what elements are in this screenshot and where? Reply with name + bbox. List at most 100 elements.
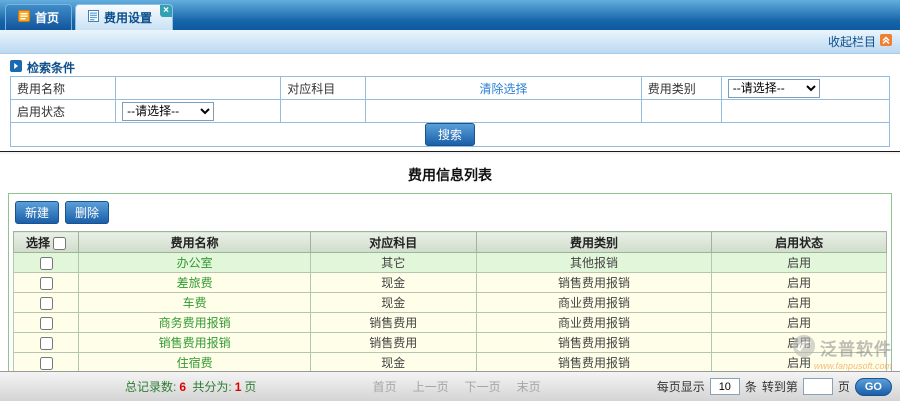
search-button[interactable]: 搜索 <box>425 123 475 146</box>
status-label: 启用状态 <box>11 100 116 123</box>
tab-close-icon[interactable]: × <box>160 5 172 17</box>
home-icon <box>18 10 30 25</box>
expense-name-cell: 差旅费 <box>79 273 310 293</box>
table-row: 差旅费 现金销售费用报销启用 <box>14 273 887 293</box>
expense-name-link[interactable]: 商务费用报销 <box>159 316 231 330</box>
row-checkbox[interactable] <box>40 297 53 310</box>
category-column-header: 费用类别 <box>476 232 712 253</box>
tab-home-label: 首页 <box>35 9 59 26</box>
table-row: 办公室其它其他报销启用 <box>14 253 887 273</box>
expense-name-cell: 车费 <box>79 293 310 313</box>
table-row: 住宿费现金销售费用报销启用 <box>14 353 887 373</box>
expense-name-cell: 办公室 <box>79 253 310 273</box>
subject-cell: 清除选择 <box>366 77 641 100</box>
expense-name-link[interactable]: 销售费用报销 <box>159 336 231 350</box>
tab-home[interactable]: 首页 <box>5 4 72 30</box>
prev-page-link[interactable]: 上一页 <box>413 378 449 395</box>
row-select-cell <box>14 313 79 333</box>
table-row: 车费现金商业费用报销启用 <box>14 293 887 313</box>
goto-page-suffix: 页 <box>838 378 850 395</box>
total-records-value: 6 <box>176 380 189 394</box>
pagination-bar: 总记录数:6 共分为:1页 首页 上一页 下一页 末页 每页显示 条 转到第 页… <box>0 371 900 401</box>
select-column-header: 选择 <box>14 232 79 253</box>
first-page-link[interactable]: 首页 <box>373 378 397 395</box>
delete-button[interactable]: 删除 <box>65 201 109 224</box>
empty-cell <box>281 100 366 123</box>
next-page-link[interactable]: 下一页 <box>465 378 501 395</box>
subject-cell: 销售费用 <box>310 313 476 333</box>
page: { "tabs": { "home": "首页", "expense": "费用… <box>0 0 900 401</box>
tab-bar: 首页 费用设置 × <box>0 0 900 30</box>
arrow-right-icon <box>10 60 22 75</box>
select-header-label: 选择 <box>26 236 50 250</box>
subject-cell: 现金 <box>310 353 476 373</box>
category-cell: 销售费用报销 <box>476 273 712 293</box>
search-form-table: 费用名称 对应科目 清除选择 费用类别 --请选择-- 启用状态 --请选择-- <box>10 76 890 147</box>
row-select-cell <box>14 253 79 273</box>
expense-name-link[interactable]: 车费 <box>183 296 207 310</box>
subject-cell: 销售费用 <box>310 333 476 353</box>
per-page-input[interactable] <box>710 378 740 395</box>
expense-table: 选择 费用名称 对应科目 费用类别 启用状态 办公室其它其他报销启用差旅费现金销… <box>13 231 887 373</box>
expense-name-cell: 商务费用报销 <box>79 313 310 333</box>
section-divider <box>0 151 900 154</box>
go-button[interactable]: GO <box>855 378 892 396</box>
expense-name-cell: 销售费用报销 <box>79 333 310 353</box>
pages-suffix: 页 <box>244 380 256 394</box>
category-cell: 其他报销 <box>476 253 712 273</box>
sub-bar: 收起栏目 <box>0 30 900 54</box>
status-column-header: 启用状态 <box>712 232 887 253</box>
subject-column-header: 对应科目 <box>310 232 476 253</box>
expense-name-link[interactable]: 办公室 <box>177 256 213 270</box>
search-conditions-title: 检索条件 <box>27 59 75 76</box>
select-all-checkbox[interactable] <box>53 237 66 250</box>
collapse-columns-link[interactable]: 收起栏目 <box>828 33 876 50</box>
category-cell: 商业费用报销 <box>476 293 712 313</box>
row-select-cell <box>14 333 79 353</box>
category-cell: --请选择-- <box>721 77 889 100</box>
search-conditions-header: 检索条件 <box>10 58 890 76</box>
document-icon <box>88 10 99 25</box>
empty-cell <box>641 100 721 123</box>
row-checkbox[interactable] <box>40 357 53 370</box>
expense-name-link[interactable]: 差旅费 <box>177 276 213 290</box>
status-cell: 启用 <box>712 273 887 293</box>
status-cell: --请选择-- <box>116 100 281 123</box>
expense-name-input[interactable] <box>122 79 274 97</box>
total-pages-value: 1 <box>232 380 245 394</box>
table-row: 销售费用报销销售费用销售费用报销启用 <box>14 333 887 353</box>
total-pages-label: 共分为: <box>192 380 231 394</box>
collapse-icon[interactable] <box>880 34 892 49</box>
per-page-label: 每页显示 <box>657 378 705 395</box>
pager-links: 首页 上一页 下一页 末页 <box>373 378 541 395</box>
new-button[interactable]: 新建 <box>15 201 59 224</box>
name-column-header: 费用名称 <box>79 232 310 253</box>
total-records-label: 总记录数: <box>125 380 176 394</box>
category-cell: 销售费用报销 <box>476 333 712 353</box>
clear-selection-link[interactable]: 清除选择 <box>480 82 528 96</box>
category-select[interactable]: --请选择-- <box>728 79 820 98</box>
toolbar: 新建 删除 <box>15 201 887 224</box>
tab-expense-settings[interactable]: 费用设置 × <box>75 4 173 30</box>
row-checkbox[interactable] <box>40 257 53 270</box>
status-cell: 启用 <box>712 293 887 313</box>
empty-cell <box>366 100 641 123</box>
goto-page-input[interactable] <box>803 378 833 395</box>
status-cell: 启用 <box>712 313 887 333</box>
row-checkbox[interactable] <box>40 337 53 350</box>
row-checkbox[interactable] <box>40 317 53 330</box>
category-label: 费用类别 <box>641 77 721 100</box>
expense-list-box: 新建 删除 选择 费用名称 对应科目 费用类别 启用状态 办公室其它其他报销启用… <box>8 193 892 381</box>
table-row: 商务费用报销销售费用商业费用报销启用 <box>14 313 887 333</box>
page-controls: 每页显示 条 转到第 页 GO <box>657 378 892 396</box>
record-stats: 总记录数:6 共分为:1页 <box>125 378 256 395</box>
status-cell: 启用 <box>712 333 887 353</box>
expense-name-link[interactable]: 住宿费 <box>177 356 213 370</box>
subject-cell: 现金 <box>310 273 476 293</box>
expense-name-label: 费用名称 <box>11 77 116 100</box>
tab-expense-label: 费用设置 <box>104 9 152 26</box>
status-select[interactable]: --请选择-- <box>122 102 214 121</box>
last-page-link[interactable]: 末页 <box>517 378 541 395</box>
row-checkbox[interactable] <box>40 277 53 290</box>
expense-table-body: 办公室其它其他报销启用差旅费现金销售费用报销启用车费现金商业费用报销启用商务费用… <box>14 253 887 373</box>
